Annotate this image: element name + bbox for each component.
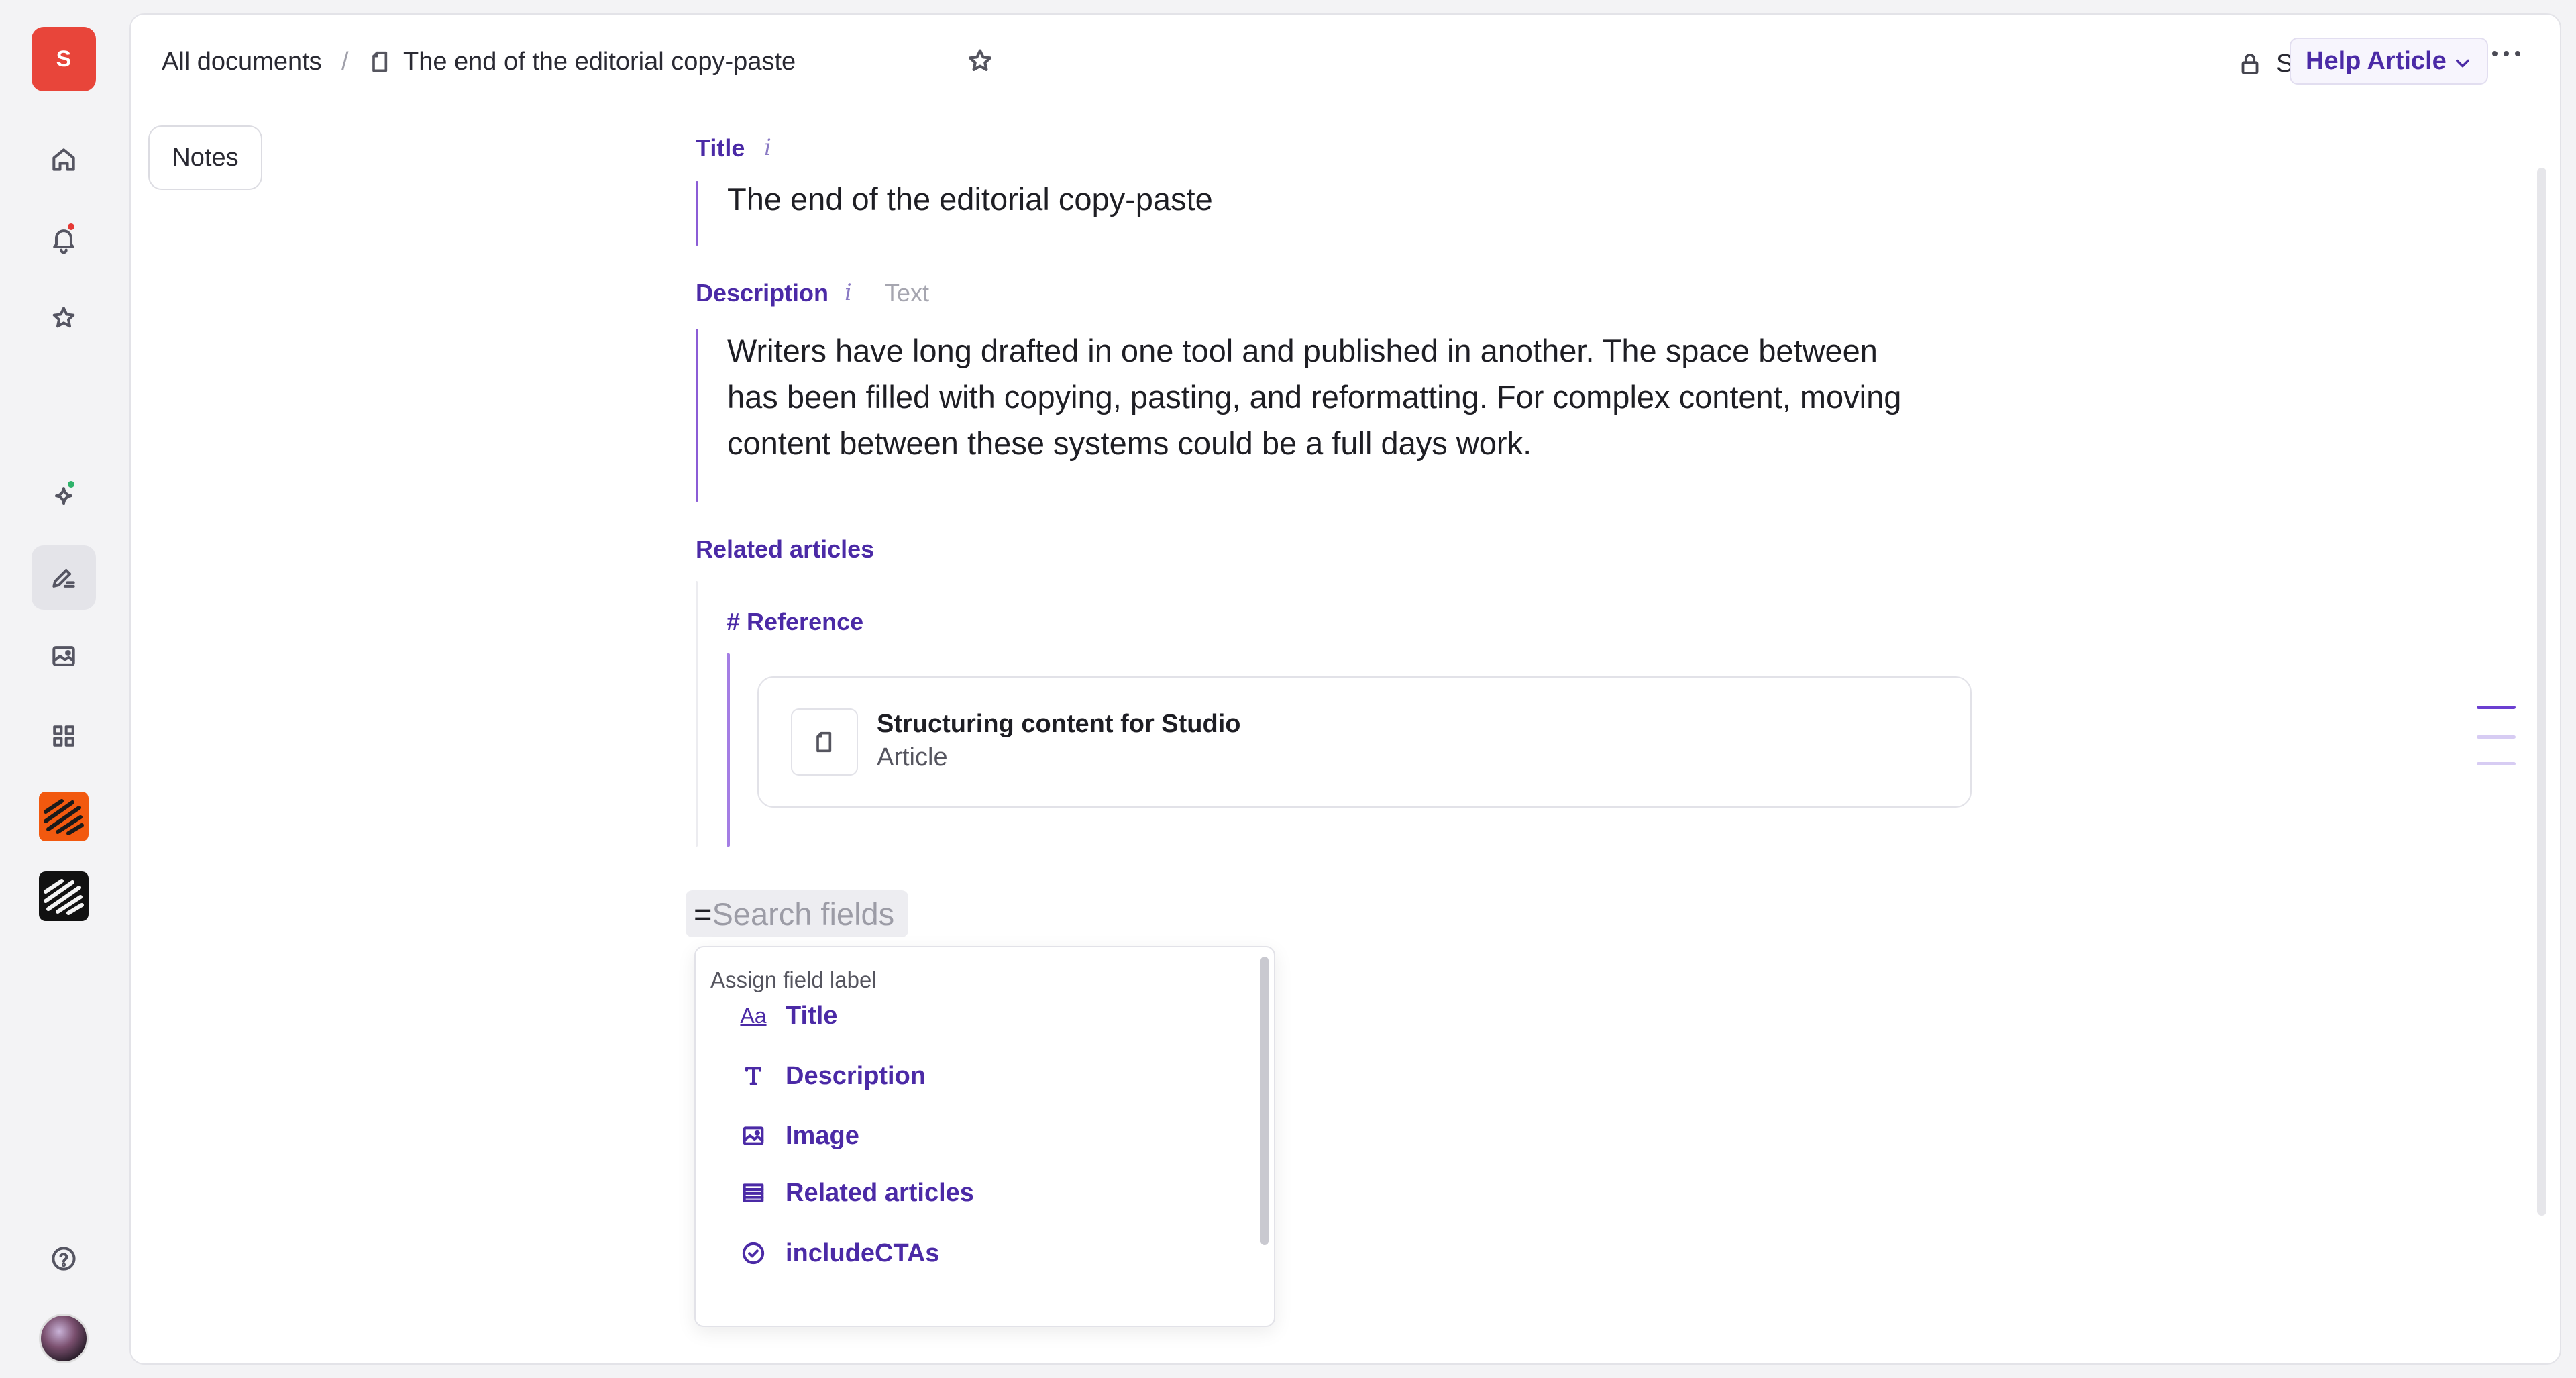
document-icon bbox=[816, 731, 832, 753]
more-menu-button[interactable] bbox=[2492, 51, 2520, 56]
document-type-label: Help Article bbox=[2306, 46, 2447, 75]
document-panel: All documents / The end of the editorial… bbox=[129, 13, 2561, 1365]
description-info-icon[interactable]: i bbox=[845, 279, 852, 306]
description-type-hint: Text bbox=[885, 279, 930, 307]
lock-icon bbox=[2241, 53, 2259, 74]
related-field-guide bbox=[696, 581, 698, 847]
help-icon bbox=[52, 1247, 76, 1271]
app-tile-black[interactable] bbox=[39, 871, 89, 921]
description-field-value[interactable]: Writers have long drafted in one tool an… bbox=[727, 327, 1901, 466]
ai-status-dot bbox=[66, 480, 76, 489]
app-logo-icon bbox=[44, 799, 84, 835]
field-label-menu: Assign field label Aa Title Description … bbox=[694, 946, 1275, 1327]
check-circle-icon bbox=[739, 1238, 768, 1268]
related-articles-label: Related articles bbox=[696, 535, 875, 563]
search-placeholder: Search fields bbox=[712, 896, 895, 932]
menu-item-image[interactable]: Image bbox=[739, 1116, 1248, 1156]
title-info-icon[interactable]: i bbox=[764, 134, 771, 161]
dot-icon bbox=[2515, 51, 2520, 56]
page-scrollbar[interactable] bbox=[2537, 168, 2546, 1216]
text-aa-icon: Aa bbox=[740, 1003, 767, 1028]
pen-icon bbox=[52, 568, 75, 588]
image-icon bbox=[52, 646, 75, 666]
reference-title: Structuring content for Studio bbox=[877, 710, 1241, 738]
title-field-value[interactable]: The end of the editorial copy-paste bbox=[727, 176, 1213, 222]
reference-card[interactable]: Structuring content for Studio Article bbox=[757, 676, 1972, 808]
minimap-marker[interactable] bbox=[2477, 706, 2516, 709]
menu-item-related-articles[interactable]: Related articles bbox=[739, 1173, 1248, 1213]
minimap-marker[interactable] bbox=[2477, 762, 2516, 765]
notification-dot bbox=[66, 222, 76, 231]
apps-button[interactable] bbox=[32, 704, 96, 768]
reference-type: Article bbox=[877, 743, 948, 772]
search-prefix: = bbox=[694, 896, 712, 932]
breadcrumb-separator: / bbox=[341, 48, 349, 76]
home-icon bbox=[52, 148, 75, 171]
app-logo-icon bbox=[44, 879, 84, 915]
title-field-bar bbox=[696, 181, 698, 246]
image-icon bbox=[739, 1121, 768, 1151]
menu-item-label: Image bbox=[786, 1121, 859, 1150]
ai-assist-button[interactable] bbox=[32, 465, 96, 529]
menu-item-title[interactable]: Aa Title bbox=[739, 996, 1248, 1036]
workspace-button[interactable]: S bbox=[32, 27, 96, 91]
menu-item-label: Related articles bbox=[786, 1178, 974, 1207]
title-field-label: Title bbox=[696, 134, 745, 162]
home-button[interactable] bbox=[32, 127, 96, 192]
menu-item-description[interactable]: Description bbox=[739, 1056, 1248, 1096]
menu-item-include-ctas[interactable]: includeCTAs bbox=[739, 1233, 1248, 1273]
reference-block-label: # Reference bbox=[727, 608, 864, 635]
document-type-dropdown[interactable]: Help Article bbox=[2290, 38, 2488, 85]
search-fields-input[interactable]: = Search fields bbox=[686, 890, 908, 937]
left-rail: S bbox=[0, 0, 127, 1378]
dot-icon bbox=[2492, 51, 2498, 56]
workspace-initial: S bbox=[56, 46, 72, 72]
avatar[interactable] bbox=[39, 1314, 89, 1363]
list-icon bbox=[739, 1178, 768, 1208]
description-field-label: Description bbox=[696, 279, 829, 307]
breadcrumb-root[interactable]: All documents bbox=[162, 47, 322, 76]
notes-button[interactable]: Notes bbox=[148, 125, 262, 190]
star-icon bbox=[52, 307, 75, 328]
menu-item-label: Description bbox=[786, 1061, 926, 1090]
document-icon bbox=[367, 48, 394, 78]
app-tile-orange[interactable] bbox=[39, 792, 89, 841]
star-icon bbox=[968, 49, 992, 71]
notifications-button[interactable] bbox=[32, 207, 96, 272]
favorite-star-button[interactable] bbox=[965, 46, 996, 80]
dot-icon bbox=[2504, 51, 2509, 56]
description-field-bar bbox=[696, 329, 698, 502]
menu-item-label: includeCTAs bbox=[786, 1238, 940, 1267]
menu-scrollbar[interactable] bbox=[1260, 957, 1269, 1245]
reference-block-bar bbox=[727, 653, 730, 847]
media-button[interactable] bbox=[32, 624, 96, 688]
favorites-button[interactable] bbox=[32, 286, 96, 350]
reference-thumbnail bbox=[791, 708, 858, 776]
edit-button[interactable] bbox=[32, 545, 96, 610]
text-t-icon bbox=[739, 1061, 768, 1091]
menu-heading: Assign field label bbox=[710, 967, 877, 992]
chevron-down-icon bbox=[2456, 59, 2469, 68]
help-button[interactable] bbox=[32, 1226, 96, 1291]
breadcrumb-current[interactable]: The end of the editorial copy-paste bbox=[403, 47, 796, 76]
description-line: has been filled with copying, pasting, a… bbox=[727, 379, 1902, 415]
description-line: content between these systems could be a… bbox=[727, 425, 1532, 461]
notes-label: Notes bbox=[172, 143, 239, 172]
top-bar: All documents / The end of the editorial… bbox=[131, 15, 2560, 89]
menu-item-label: Title bbox=[786, 1001, 838, 1030]
description-line: Writers have long drafted in one tool an… bbox=[727, 333, 1878, 368]
minimap-marker[interactable] bbox=[2477, 735, 2516, 739]
grid-icon bbox=[53, 725, 74, 747]
